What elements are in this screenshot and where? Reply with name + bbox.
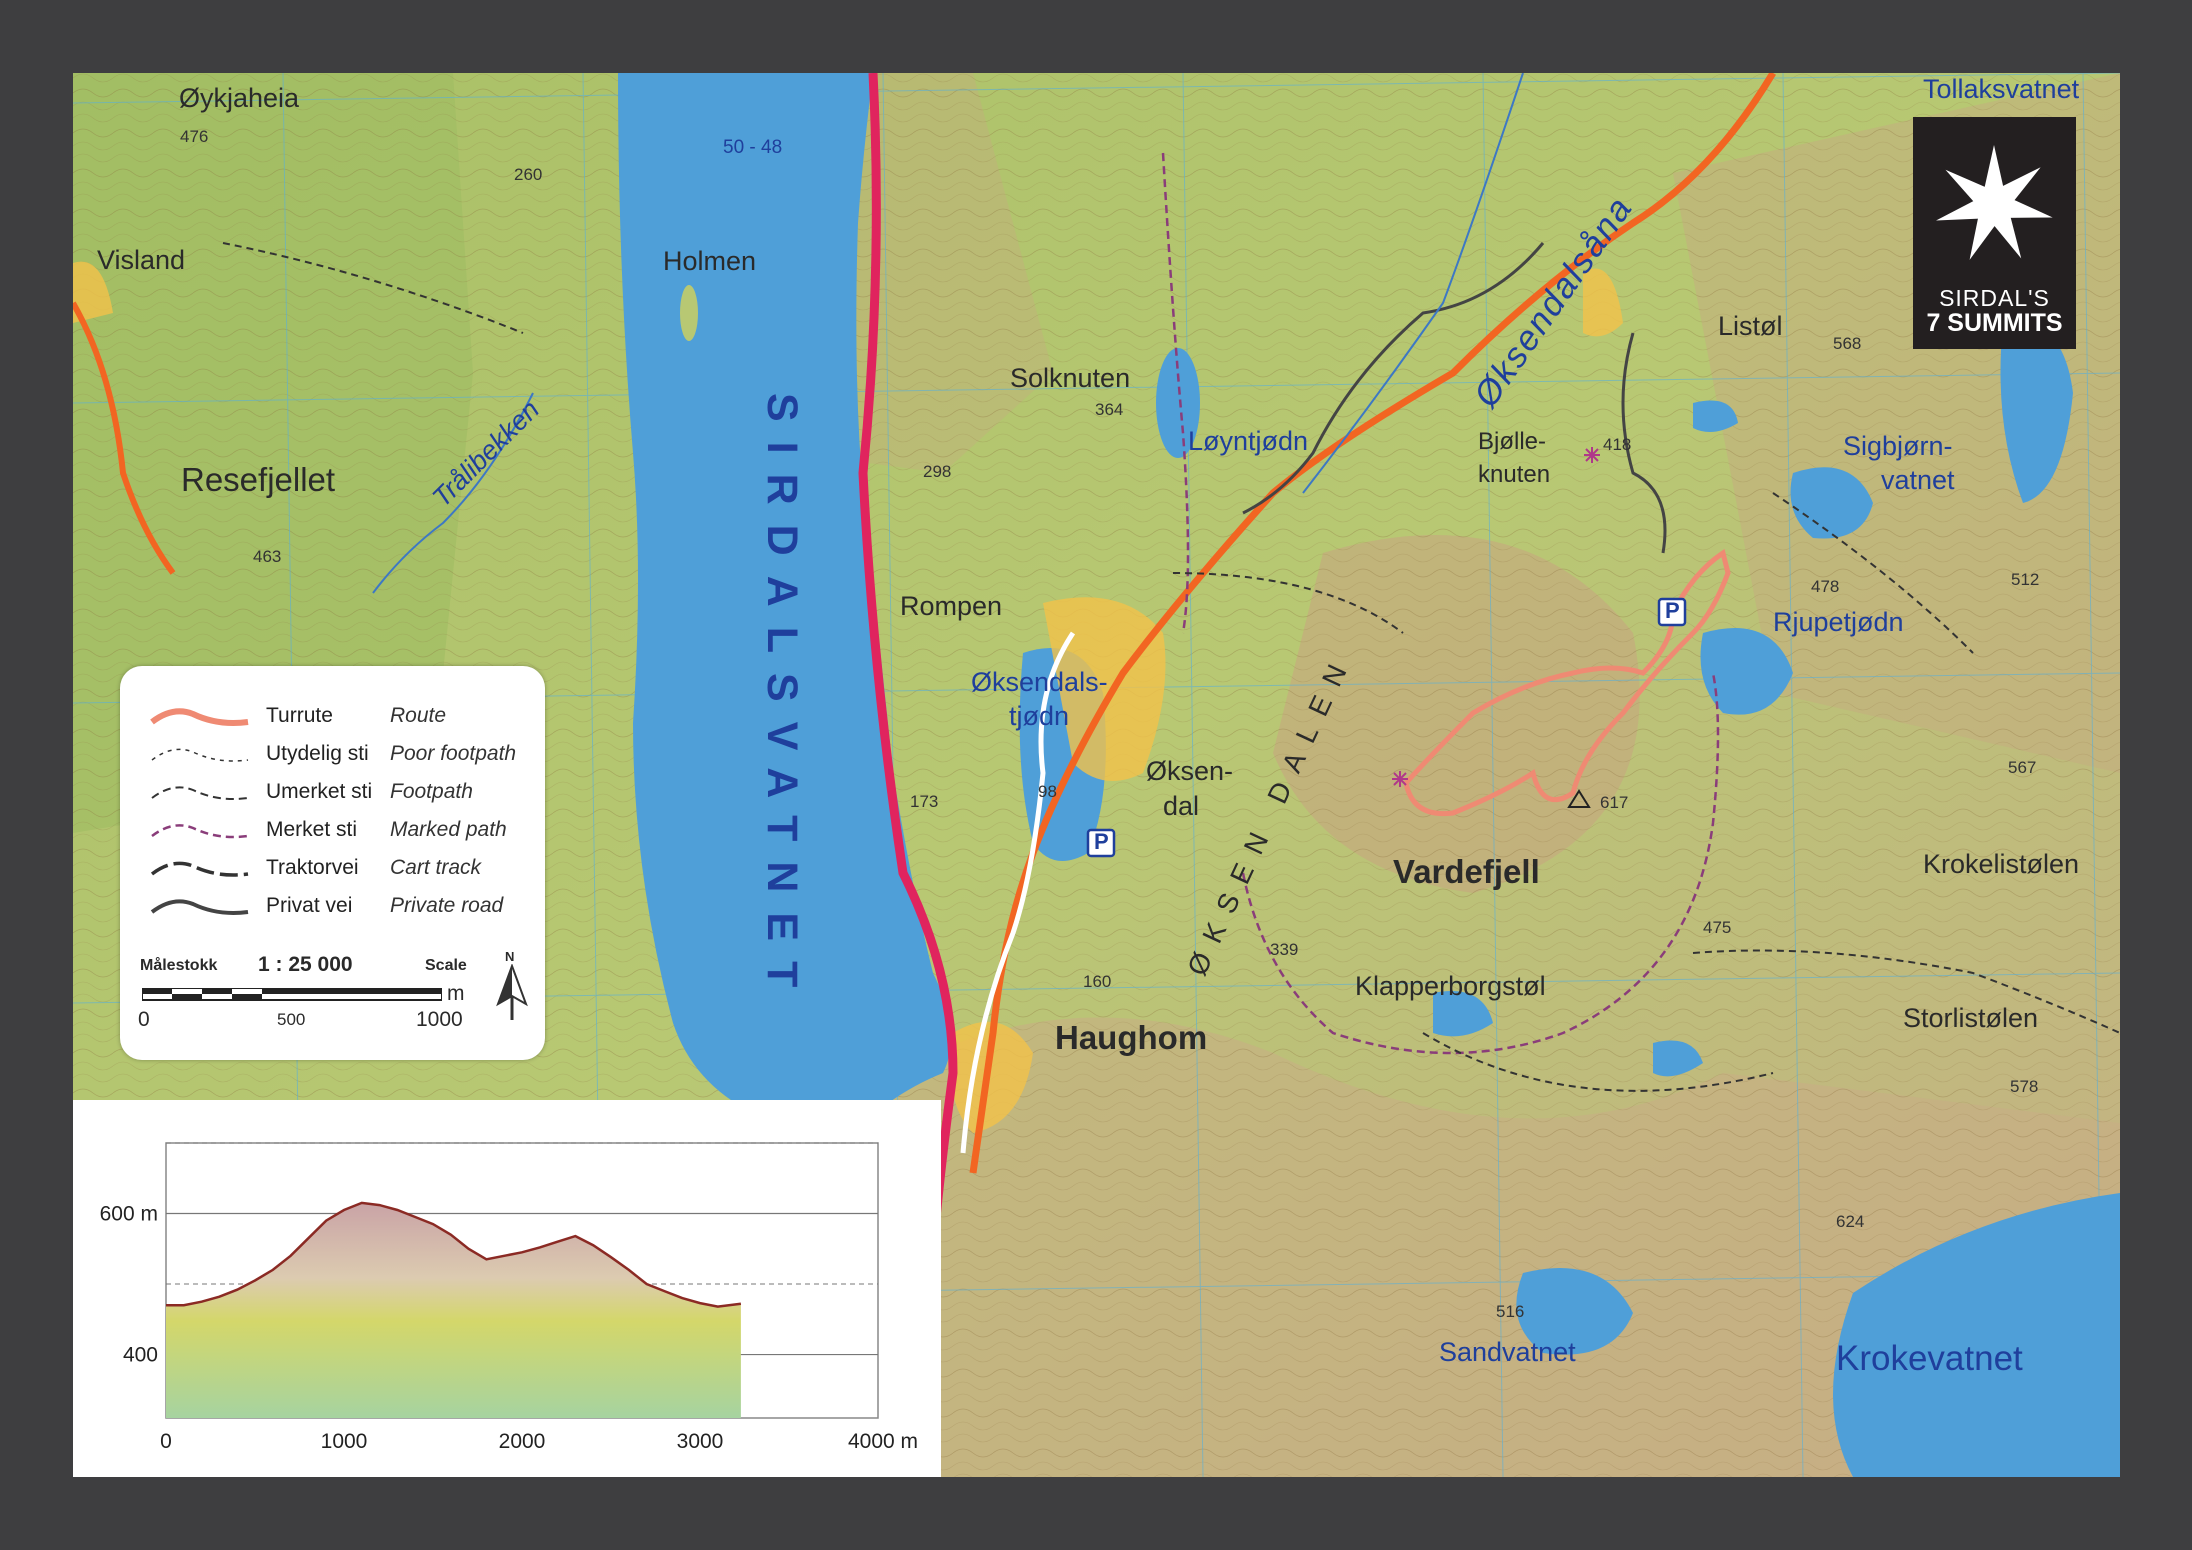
legend-label-en: Private road bbox=[390, 894, 504, 917]
north-arrow-icon bbox=[496, 964, 528, 1020]
y-tick-label: 400 bbox=[123, 1344, 158, 1367]
label-storlistolen: Storlistølen bbox=[1903, 1003, 2039, 1033]
holmen-island bbox=[680, 285, 698, 341]
label-klapperborgstol: Klapperborgstøl bbox=[1355, 971, 1546, 1001]
legend-label-no: Traktorvei bbox=[266, 856, 359, 879]
label-listol: Listøl bbox=[1718, 311, 1783, 341]
label-oykjaheia: Øykjaheia bbox=[179, 83, 300, 113]
cart-track-line-icon bbox=[150, 861, 249, 877]
scale-label: Målestokk bbox=[140, 957, 218, 974]
elev-463: 463 bbox=[253, 547, 282, 566]
x-tick-label: 2000 bbox=[499, 1430, 546, 1453]
elev-478: 478 bbox=[1811, 577, 1840, 596]
legend-row-footpath: Umerket sti Footpath bbox=[120, 776, 545, 806]
parking-label-2: P bbox=[1094, 829, 1109, 854]
parking-label-1: P bbox=[1665, 598, 1680, 623]
elev-364: 364 bbox=[1095, 400, 1124, 419]
summit-star-icon bbox=[1936, 145, 2053, 260]
label-oksendalstjodn-2: tjødn bbox=[1009, 701, 1070, 731]
label-oksendal-1: Øksen- bbox=[1146, 756, 1234, 786]
elev-568: 568 bbox=[1833, 334, 1862, 353]
x-tick-label: 1000 bbox=[321, 1430, 368, 1453]
elev-173: 173 bbox=[910, 792, 939, 811]
elev-260: 260 bbox=[514, 165, 543, 184]
label-krokelistolen: Krokelistølen bbox=[1923, 849, 2080, 879]
label-sirdalsvatnet: SIRDALSVATNET bbox=[758, 393, 806, 1008]
label-rjupetjodn: Rjupetjødn bbox=[1773, 607, 1904, 637]
label-sigbjorn-2: vatnet bbox=[1881, 465, 1955, 495]
logo-line-2: 7 SUMMITS bbox=[1926, 309, 2063, 337]
label-visland: Visland bbox=[97, 245, 186, 275]
elev-160: 160 bbox=[1083, 972, 1112, 991]
elev-516: 516 bbox=[1496, 1302, 1525, 1321]
x-tick-label: 0 bbox=[160, 1430, 172, 1453]
scale-unit: m bbox=[447, 982, 465, 1005]
legend-label-en: Poor footpath bbox=[390, 742, 517, 765]
label-oksendal-2: dal bbox=[1163, 791, 1200, 821]
label-depth: 50 - 48 bbox=[723, 137, 783, 158]
label-rompen: Rompen bbox=[900, 591, 1003, 621]
legend-label-no: Merket sti bbox=[266, 818, 358, 841]
x-tick-label: 3000 bbox=[677, 1430, 724, 1453]
label-solknuten: Solknuten bbox=[1010, 363, 1131, 393]
label-haughom: Haughom bbox=[1055, 1019, 1208, 1056]
label-resefjellet: Resefjellet bbox=[181, 461, 336, 498]
scale-value: 1 : 25 000 bbox=[258, 953, 353, 976]
label-vardefjell: Vardefjell bbox=[1393, 853, 1540, 890]
legend-label-en: Marked path bbox=[390, 818, 507, 841]
label-bjolleknuten-2: knuten bbox=[1478, 461, 1551, 488]
legend-label-no: Umerket sti bbox=[266, 780, 373, 803]
legend-row-cart-track: Traktorvei Cart track bbox=[120, 852, 545, 882]
scale-tick-500: 500 bbox=[277, 1010, 306, 1029]
logo-line-1: SIRDAL'S bbox=[1939, 285, 2050, 311]
scale-en-label: Scale bbox=[425, 957, 467, 974]
label-loyntjodn: Løyntjødn bbox=[1188, 426, 1309, 456]
legend-row-private-road: Privat vei Private road bbox=[120, 890, 545, 920]
scale-bar bbox=[142, 988, 442, 1001]
legend-row-poor-footpath: Utydelig sti Poor footpath bbox=[120, 738, 545, 768]
legend-label-en: Footpath bbox=[390, 780, 473, 803]
footpath-line-icon bbox=[151, 786, 249, 800]
elev-617: 617 bbox=[1600, 793, 1629, 812]
elev-567: 567 bbox=[2008, 758, 2037, 777]
map-legend: Turrute Route Utydelig sti Poor footpath… bbox=[120, 666, 545, 1060]
x-tick-label: 4000 m bbox=[848, 1430, 918, 1453]
route-line-icon bbox=[150, 708, 249, 726]
legend-label-no: Turrute bbox=[266, 704, 333, 727]
sirdals-7-summits-logo: SIRDAL'S 7 SUMMITS bbox=[1913, 117, 2076, 349]
marked-path-line-icon bbox=[151, 824, 249, 839]
legend-row-route: Turrute Route bbox=[120, 700, 545, 730]
private-road-line-icon bbox=[150, 899, 249, 915]
poor-footpath-line-icon bbox=[151, 748, 249, 762]
scale-tick-0: 0 bbox=[138, 1008, 150, 1031]
legend-label-en: Route bbox=[390, 704, 447, 727]
elev-476: 476 bbox=[180, 127, 209, 146]
elev-512: 512 bbox=[2011, 570, 2040, 589]
elevation-profile: 400 600 m 0 1000 2000 3000 4000 m bbox=[73, 1100, 941, 1477]
elev-339: 339 bbox=[1270, 940, 1299, 959]
elev-578: 578 bbox=[2010, 1077, 2039, 1096]
elev-475: 475 bbox=[1703, 918, 1732, 937]
legend-row-marked-path: Merket sti Marked path bbox=[120, 814, 545, 844]
elev-624: 624 bbox=[1836, 1212, 1865, 1231]
label-holmen: Holmen bbox=[663, 246, 757, 276]
elev-98: 98 bbox=[1038, 782, 1057, 801]
scale-tick-1000: 1000 bbox=[416, 1008, 463, 1031]
legend-label-no: Privat vei bbox=[266, 894, 353, 917]
label-sigbjorn-1: Sigbjørn- bbox=[1843, 431, 1953, 461]
legend-label-en: Cart track bbox=[390, 856, 482, 879]
label-sandvatnet: Sandvatnet bbox=[1439, 1337, 1576, 1367]
elev-418: 418 bbox=[1603, 435, 1632, 454]
north-label: N bbox=[505, 949, 515, 964]
elevation-chart: 400 600 m 0 1000 2000 3000 4000 m bbox=[100, 1142, 918, 1453]
label-krokevatnet: Krokevatnet bbox=[1836, 1339, 2023, 1378]
y-tick-label: 600 m bbox=[100, 1203, 158, 1226]
elev-298: 298 bbox=[923, 462, 952, 481]
label-bjolleknuten-1: Bjølle- bbox=[1478, 428, 1547, 455]
label-oksendalstjodn-1: Øksendals- bbox=[971, 667, 1108, 697]
legend-label-no: Utydelig sti bbox=[266, 742, 369, 765]
label-tollaksvatnet: Tollaksvatnet bbox=[1923, 74, 2080, 104]
